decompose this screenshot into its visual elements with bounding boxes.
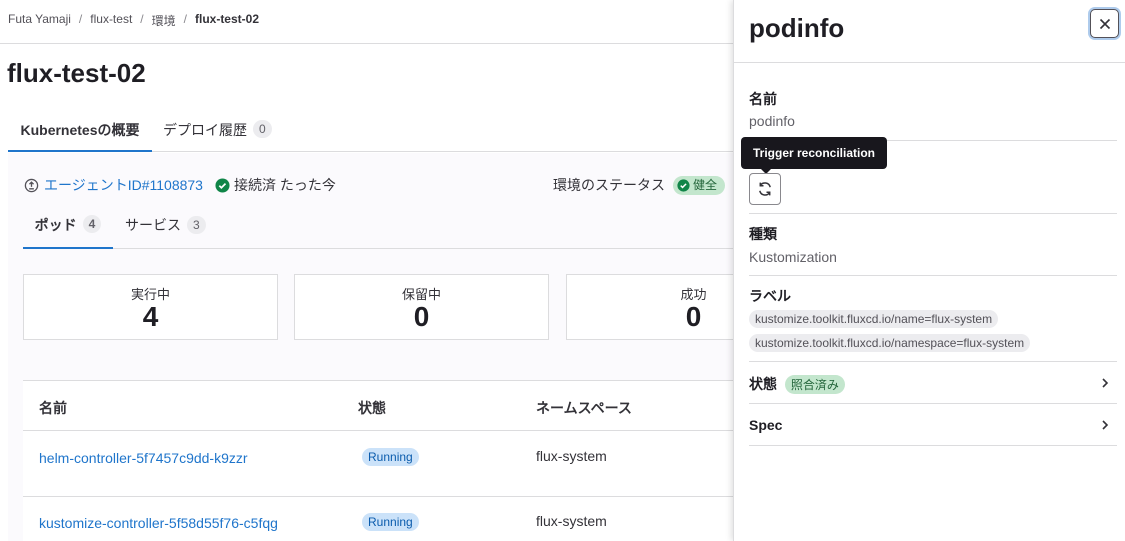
breadcrumb-item-project[interactable]: flux-test bbox=[90, 12, 132, 29]
kubernetes-overview-panel: エージェントID#1108873 接続済 たった今 環境のステータス 健全 ポッ… bbox=[8, 153, 821, 541]
section-divider bbox=[749, 275, 1117, 276]
section-divider bbox=[749, 445, 1117, 446]
pod-name-link[interactable]: helm-controller-5f7457c9dd-k9zzr bbox=[39, 450, 248, 466]
drawer-divider bbox=[734, 62, 1125, 63]
stat-value: 0 bbox=[413, 301, 430, 332]
agent-info: エージェントID#1108873 接続済 たった今 bbox=[24, 175, 336, 195]
tab-label: ポッド bbox=[34, 217, 77, 233]
drawer-title: podinfo bbox=[749, 13, 845, 43]
status-badge: 照合済み bbox=[784, 375, 845, 394]
agent-icon bbox=[24, 178, 39, 193]
table-header: 名前 状態 ネームスペース bbox=[23, 381, 733, 431]
stat-card-pending[interactable]: 保留中 0 bbox=[294, 274, 549, 340]
status-label: 状態 bbox=[749, 376, 777, 392]
section-divider bbox=[749, 403, 1117, 404]
retry-icon bbox=[756, 180, 774, 198]
name-value: podinfo bbox=[749, 113, 795, 129]
kind-value: Kustomization bbox=[749, 249, 837, 265]
spec-label: Spec bbox=[749, 417, 783, 433]
breadcrumb-separator: / bbox=[183, 12, 187, 26]
label-chip: kustomize.toolkit.fluxcd.io/namespace=fl… bbox=[749, 334, 1031, 352]
pod-name-link[interactable]: kustomize-controller-5f58d55f76-c5fqg bbox=[39, 515, 278, 531]
tab-services[interactable]: サービス 3 bbox=[125, 215, 206, 235]
breadcrumb: Futa Yamaji / flux-test / 環境 / flux-test… bbox=[8, 12, 259, 29]
pod-status-badge: Running bbox=[362, 448, 419, 466]
breadcrumb-separator: / bbox=[78, 12, 83, 26]
column-header-status[interactable]: 状態 bbox=[358, 398, 386, 418]
tab-pods[interactable]: ポッド 4 bbox=[23, 215, 113, 249]
pod-namespace: flux-system bbox=[536, 448, 607, 464]
environment-status-label: 環境のステータス bbox=[553, 177, 665, 193]
name-label: 名前 bbox=[749, 91, 777, 107]
tab-label: サービス bbox=[125, 217, 181, 233]
main-tabs: Kubernetesの概要 デプロイ履歴 0 bbox=[8, 112, 733, 152]
tab-count-badge: 3 bbox=[187, 216, 206, 234]
close-button[interactable] bbox=[1090, 9, 1119, 38]
stat-value: 4 bbox=[142, 301, 159, 332]
pod-namespace: flux-system bbox=[536, 513, 607, 529]
check-circle-icon bbox=[215, 177, 230, 193]
breadcrumb-separator: / bbox=[140, 12, 144, 26]
resource-tabs: ポッド 4 サービス 3 bbox=[23, 205, 733, 249]
kind-label: 種類 bbox=[749, 226, 777, 242]
chevron-right-icon[interactable] bbox=[1099, 376, 1111, 394]
connection-status-text: 接続済 たった今 bbox=[233, 177, 336, 193]
tab-label: デプロイ履歴 bbox=[163, 122, 247, 138]
stat-card-running[interactable]: 実行中 4 bbox=[23, 274, 278, 340]
labels-label: ラベル bbox=[749, 288, 791, 304]
status-section-toggle[interactable]: 状態 照合済み bbox=[749, 374, 845, 394]
trigger-reconciliation-button[interactable] bbox=[749, 173, 781, 205]
breadcrumb-item-current[interactable]: flux-test-02 bbox=[195, 12, 259, 29]
label-chip: kustomize.toolkit.fluxcd.io/name=flux-sy… bbox=[749, 310, 999, 328]
table-row[interactable]: kustomize-controller-5f58d55f76-c5fqg Ru… bbox=[23, 497, 733, 541]
section-divider bbox=[749, 213, 1117, 214]
section-divider bbox=[749, 361, 1117, 362]
table-row[interactable]: helm-controller-5f7457c9dd-k9zzr Running… bbox=[23, 432, 733, 497]
status-badge-text: 健全 bbox=[693, 177, 718, 192]
environment-status: 環境のステータス 健全 bbox=[553, 175, 726, 195]
pod-status-badge: Running bbox=[362, 513, 419, 531]
connection-status: 接続済 たった今 bbox=[215, 175, 336, 195]
tab-deploy-history[interactable]: デプロイ履歴 0 bbox=[163, 112, 272, 152]
column-header-name[interactable]: 名前 bbox=[39, 398, 67, 418]
tab-label: Kubernetesの概要 bbox=[20, 122, 140, 138]
agent-link[interactable]: エージェントID#1108873 bbox=[44, 175, 203, 195]
tab-kubernetes-overview[interactable]: Kubernetesの概要 bbox=[8, 112, 152, 152]
column-header-namespace[interactable]: ネームスペース bbox=[536, 398, 632, 418]
breadcrumb-item-user[interactable]: Futa Yamaji bbox=[8, 12, 71, 29]
tab-count-badge: 4 bbox=[82, 215, 102, 233]
pods-table: 名前 状態 ネームスペース helm-controller-5f7457c9dd… bbox=[23, 380, 733, 541]
tab-count-badge: 0 bbox=[253, 120, 272, 138]
trigger-reconciliation-tooltip: Trigger reconciliation bbox=[741, 137, 887, 174]
details-drawer: podinfo 名前 podinfo Trigger reconciliatio… bbox=[733, 0, 1125, 541]
breadcrumb-item-environments[interactable]: 環境 bbox=[152, 12, 176, 29]
chevron-right-icon[interactable] bbox=[1099, 418, 1111, 436]
close-icon bbox=[1099, 18, 1111, 30]
spec-section-toggle[interactable]: Spec bbox=[749, 417, 782, 433]
header-divider bbox=[0, 43, 733, 44]
page-title: flux-test-02 bbox=[7, 58, 146, 88]
check-circle-icon bbox=[677, 178, 690, 192]
status-badge: 健全 bbox=[673, 175, 726, 195]
